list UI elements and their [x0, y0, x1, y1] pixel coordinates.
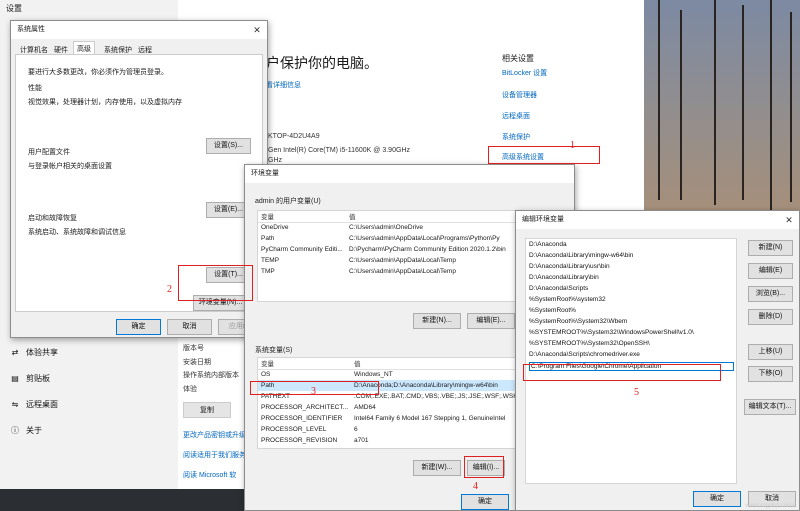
related-settings-title: 相关设置 [502, 54, 534, 63]
device-name: KTOP-4D2U4A9 [268, 133, 320, 140]
sidebar-item-remote[interactable]: ⇋ 远程桌面 [10, 399, 58, 410]
annotation-box-1 [488, 146, 600, 164]
watermark: www.xuyphp.cnlink [745, 503, 796, 509]
cancel-button[interactable]: 取消 [167, 319, 212, 335]
sidebar-item-label: 剪贴板 [26, 374, 50, 383]
user-vars-title: admin 的用户变量(U) [255, 198, 321, 205]
list-item[interactable]: %SystemRoot% [529, 307, 576, 314]
dialog-title: 系统属性 [11, 21, 267, 39]
app-title: 设置 [6, 4, 22, 13]
annotation-number-1: 1 [570, 140, 575, 151]
close-icon[interactable]: ✕ [783, 214, 795, 226]
startup-title: 启动和故障恢复 [28, 215, 77, 222]
ok-button[interactable]: 确定 [116, 319, 161, 335]
processor-ghz: GHz [268, 157, 282, 164]
license-terms-link[interactable]: 阅读 Microsoft 软 [183, 470, 236, 480]
profile-desc: 与登录帐户相关的桌面设置 [28, 163, 112, 170]
user-new-button[interactable]: 新建(N)... [413, 313, 461, 329]
dialog-title: 环境变量 [245, 165, 574, 183]
system-protection-link[interactable]: 系统保护 [502, 132, 530, 142]
list-item[interactable]: D:\Anaconda\Scripts\chromedriver.exe [529, 351, 640, 358]
spec-label-experience: 体验 [183, 386, 197, 393]
page-heading: 户保护你的电脑。 [266, 55, 378, 71]
user-edit-button[interactable]: 编辑(E)... [467, 313, 515, 329]
move-down-button[interactable]: 下移(O) [748, 366, 793, 382]
info-icon: ⓘ [11, 426, 19, 435]
list-item[interactable]: D:\Anaconda\Library\mingw-w64\bin [529, 252, 633, 259]
device-manager-link[interactable]: 设备管理器 [502, 90, 537, 100]
edit-button[interactable]: 编辑(E) [748, 263, 793, 279]
list-item[interactable]: %SystemRoot%\System32\Wbem [529, 318, 627, 325]
share-icon: ⇄ [11, 348, 19, 357]
close-icon[interactable]: ✕ [251, 24, 263, 36]
edit-text-button[interactable]: 编辑文本(T)... [744, 399, 796, 415]
performance-desc: 视觉效果，处理器计划，内存使用，以及虚拟内存 [28, 99, 182, 106]
change-product-key-link[interactable]: 更改产品密钥或升级 [183, 430, 246, 440]
admin-note: 要进行大多数更改，你必须作为管理员登录。 [28, 69, 168, 76]
remote-desktop-link[interactable]: 远程桌面 [502, 111, 530, 121]
performance-settings-button[interactable]: 设置(S)... [206, 138, 251, 154]
system-new-button[interactable]: 新建(W)... [413, 460, 461, 476]
column-header-variable[interactable]: 变量 [258, 211, 346, 223]
new-button[interactable]: 新建(N) [748, 240, 793, 256]
spec-label-version: 版本号 [183, 345, 204, 352]
move-up-button[interactable]: 上移(U) [748, 344, 793, 360]
spec-label-install-date: 安装日期 [183, 359, 211, 366]
annotation-box-5 [523, 364, 721, 381]
ok-button[interactable]: 确定 [693, 491, 741, 507]
startup-desc: 系统启动、系统故障和调试信息 [28, 229, 126, 236]
annotation-number-4: 4 [473, 481, 478, 492]
annotation-number-5: 5 [634, 387, 639, 398]
sidebar-item-share[interactable]: ⇄ 体验共享 [10, 347, 58, 358]
system-vars-title: 系统变量(S) [255, 347, 293, 354]
copy-button[interactable]: 复制 [183, 402, 231, 418]
browse-button[interactable]: 浏览(B)... [748, 286, 793, 302]
column-header-variable[interactable]: 变量 [258, 358, 352, 370]
list-item[interactable]: %SystemRoot%\system32 [529, 296, 606, 303]
list-item[interactable]: D:\Anaconda\Library\usr\bin [529, 263, 610, 270]
remote-desktop-icon: ⇋ [11, 400, 19, 409]
spec-label-os-build: 操作系统内部版本 [183, 372, 239, 379]
list-item[interactable]: %SYSTEMROOT%\System32\OpenSSH\ [529, 340, 650, 347]
clipboard-icon: ▤ [11, 374, 19, 383]
list-item[interactable]: D:\Anaconda\Scripts [529, 285, 588, 292]
delete-button[interactable]: 删除(D) [748, 309, 793, 325]
list-item[interactable]: %SYSTEMROOT%\System32\WindowsPowerShell\… [529, 329, 694, 336]
performance-title: 性能 [28, 85, 42, 92]
processor-value: Gen Intel(R) Core(TM) i5-11600K @ 3.90GH… [268, 147, 410, 154]
path-entries-list: D:\Anaconda D:\Anaconda\Library\mingw-w6… [525, 238, 737, 484]
sidebar-item-label: 体验共享 [26, 348, 58, 357]
sidebar-item-clipboard[interactable]: ▤ 剪贴板 [10, 373, 50, 384]
dialog-title: 编辑环境变量 [516, 211, 799, 229]
annotation-box-2 [178, 265, 253, 301]
ok-button[interactable]: 确定 [461, 494, 509, 510]
annotation-number-2: 2 [167, 284, 172, 295]
annotation-box-4 [464, 456, 504, 478]
sidebar-item-label: 关于 [26, 426, 42, 435]
view-details-link[interactable]: 看详细信息 [266, 80, 301, 90]
list-item[interactable]: D:\Anaconda [529, 241, 567, 248]
edit-environment-variable-dialog: 编辑环境变量 ✕ D:\Anaconda D:\Anaconda\Library… [515, 210, 800, 511]
bitlocker-link[interactable]: BitLocker 设置 [502, 68, 547, 78]
sidebar-item-label: 远程桌面 [26, 400, 58, 409]
profile-title: 用户配置文件 [28, 149, 70, 156]
services-agreement-link[interactable]: 阅读适用于我们服务 [183, 450, 246, 460]
annotation-number-3: 3 [311, 386, 316, 397]
sidebar-item-about[interactable]: ⓘ 关于 [10, 425, 42, 436]
list-item[interactable]: D:\Anaconda\Library\bin [529, 274, 599, 281]
